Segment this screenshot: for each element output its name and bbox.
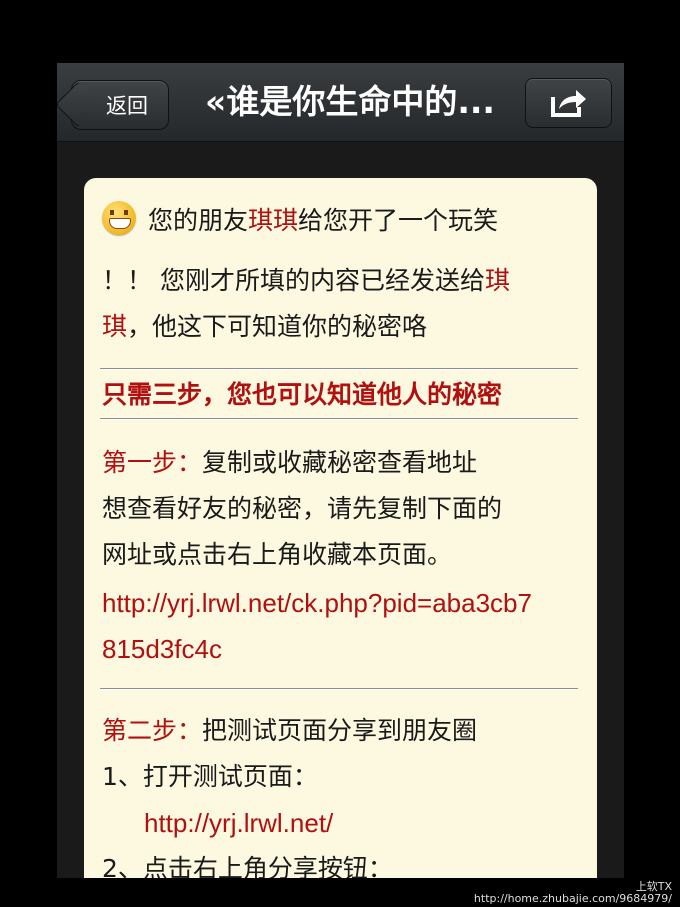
step2-title: 把测试页面分享到朋友圈 [202, 716, 478, 745]
step2-item-1: 1、打开测试页面： [102, 762, 318, 791]
secret-url-link[interactable]: http://yrj.lrwl.net/ck.php?pid=aba3cb7 8… [102, 580, 582, 672]
step2-label: 第二步： [102, 716, 203, 745]
content-card: 您的朋友琪琪给您开了一个玩笑 ！！ 您刚才所填的内容已经发送给琪 琪，他这下可知… [84, 178, 597, 878]
step2-item-2: 2、点击右上角分享按钮： [102, 854, 393, 878]
intro-line-1: 您的朋友琪琪给您开了一个玩笑 [102, 198, 582, 244]
test-page-link[interactable]: http://yrj.lrwl.net/ [144, 800, 624, 846]
step1-desc-2: 网址或点击右上角收藏本页面。 [102, 540, 453, 569]
friend-name: 琪琪 [248, 206, 299, 235]
share-button[interactable] [525, 78, 612, 128]
intro-line-3: 琪，他这下可知道你的秘密咯 [102, 312, 428, 341]
watermark-line-2: http://home.zhubajie.com/9684979/ [473, 892, 672, 905]
divider [100, 368, 578, 370]
back-button[interactable]: 返回 [71, 80, 169, 130]
headline: 只需三步，您也可以知道他人的秘密 [102, 380, 503, 409]
grin-emoji-icon [102, 201, 136, 235]
intro-line-2: ！！ 您刚才所填的内容已经发送给琪 [102, 266, 510, 295]
divider [100, 688, 578, 690]
navigation-bar: 返回 «谁是你生命中的... [57, 63, 624, 142]
step1-desc-1: 想查看好友的秘密，请先复制下面的 [102, 494, 503, 523]
share-icon [550, 90, 586, 117]
divider [100, 418, 578, 420]
back-button-label: 返回 [106, 94, 148, 118]
step1-heading: 第一步：复制或收藏秘密查看地址 [102, 440, 582, 486]
step1-label: 第一步： [102, 448, 203, 477]
phone-screen: 返回 «谁是你生命中的... 您的朋友琪琪给您开了一个玩笑 ！！ 您刚才所填的内… [57, 63, 624, 878]
step1-title: 复制或收藏秘密查看地址 [202, 448, 478, 477]
step2-heading: 第二步：把测试页面分享到朋友圈 [102, 708, 582, 754]
page-title: «谁是你生命中的... [205, 82, 495, 121]
